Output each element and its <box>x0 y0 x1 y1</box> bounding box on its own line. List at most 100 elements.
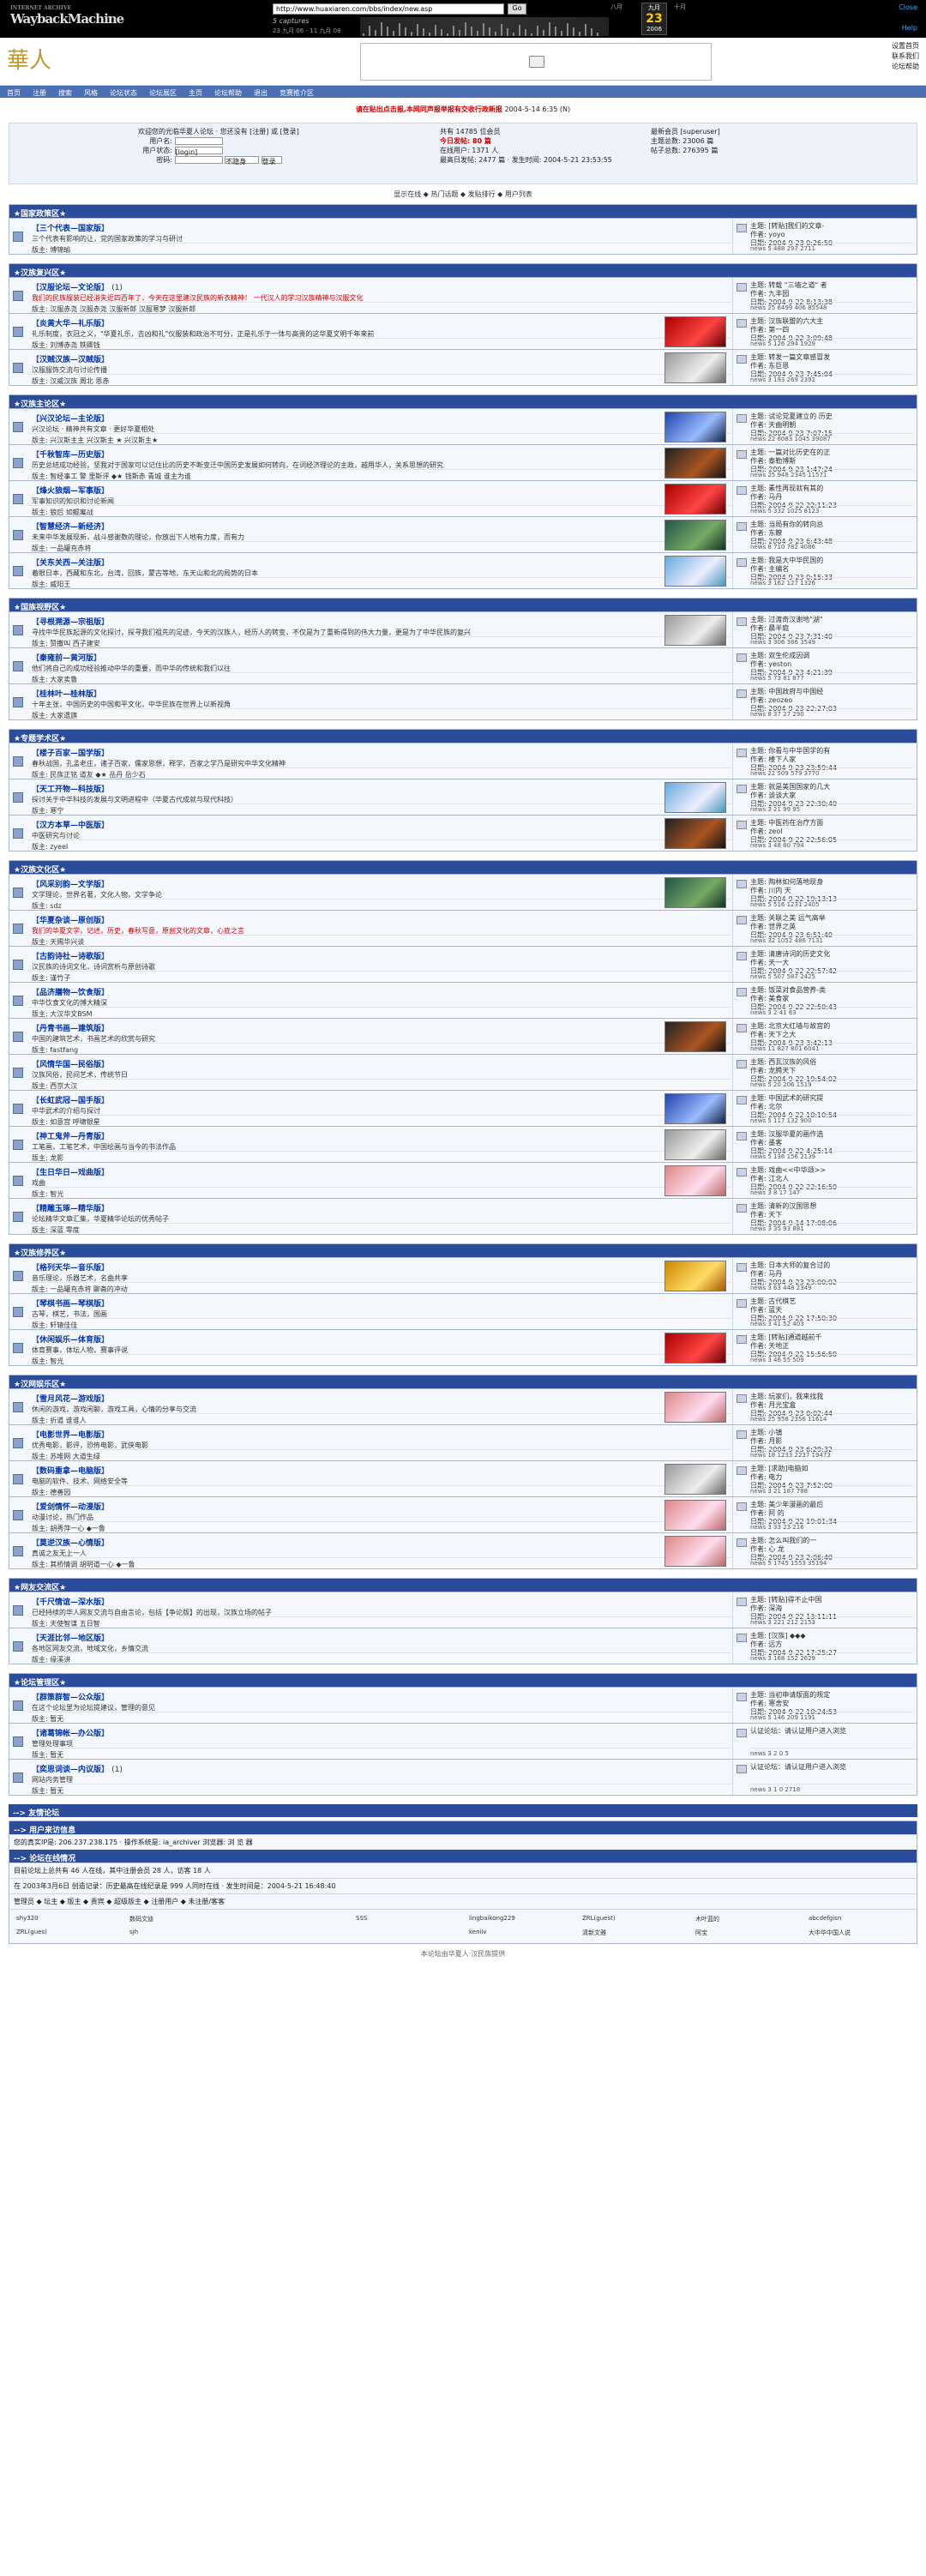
forum-title[interactable]: 【风采别韵—文学版】 <box>32 878 109 889</box>
online-user[interactable]: 木叶蓝的 <box>695 1915 719 1923</box>
help-link[interactable]: Help <box>902 24 917 32</box>
forum-title[interactable]: 【莫逆汉族—心情版】 <box>32 1537 109 1548</box>
category-header[interactable]: ★汉族复兴区★ <box>9 264 917 278</box>
category-header[interactable]: ★专题学术区★ <box>9 730 917 743</box>
nav-item[interactable]: 风格 <box>84 89 98 97</box>
forum-moderators[interactable]: 版主: 暂无 <box>28 1748 732 1759</box>
forum-title[interactable]: 【爱剑情怀—动漫版】 <box>32 1501 109 1512</box>
last-post-line[interactable]: 主题: 北京大红墙与故宫的 <box>750 1022 833 1031</box>
forum-moderators[interactable]: 版主: 暂无 <box>28 1784 732 1795</box>
go-button[interactable]: Go <box>508 3 526 15</box>
forum-title[interactable]: 【奕思词谈—内议版】 (1) <box>32 1763 123 1774</box>
last-post-line[interactable]: 主题: 小镇 <box>750 1429 833 1437</box>
forum-moderators[interactable]: 版主: 威阳王 <box>28 577 732 588</box>
forum-moderators[interactable]: 版主: 深蓝 零度 <box>28 1223 732 1234</box>
last-post-line[interactable]: 主题: [转贴]我们的文章- <box>750 222 833 231</box>
last-post-line[interactable]: 主题: [转贴]通道越前千 <box>750 1333 837 1342</box>
category-header[interactable]: ★汉族修养区★ <box>9 1244 917 1258</box>
online-user[interactable]: ZRL(guest) <box>582 1915 616 1922</box>
last-post-line[interactable]: 主题: 怎么叫我们的一 <box>750 1537 833 1545</box>
forum-thumbnail[interactable] <box>664 1392 726 1423</box>
last-post-line[interactable]: 主题: 我是大中华民国的 <box>750 557 833 565</box>
last-post-line[interactable]: 主题: 日本大师的复合过的 <box>750 1261 837 1270</box>
forum-title[interactable]: 【品济膳物—饮食版】 <box>32 986 109 997</box>
user-status-input[interactable]: [login] <box>174 147 223 156</box>
forum-moderators[interactable]: 版主: 大家遗旗 <box>28 708 732 719</box>
forum-moderators[interactable]: 版主: 其桥情调 胡明道一心 ◆一鲁 <box>28 1557 732 1568</box>
forum-title[interactable]: 【古韵诗社—诗歌版】 <box>32 950 109 961</box>
forum-thumbnail[interactable] <box>664 1021 726 1052</box>
nav-item[interactable]: 注册 <box>33 89 46 97</box>
forum-moderators[interactable]: 版主: 轩辕佳佳 <box>28 1318 732 1329</box>
forum-title[interactable]: 【天涯比邻—地区版】 <box>32 1632 109 1643</box>
forum-moderators[interactable]: 版主: 缘溪讲 <box>28 1652 732 1664</box>
contact-link[interactable]: 联系我们 <box>892 51 919 62</box>
forum-moderators[interactable]: 版主: 龙影 <box>28 1151 732 1162</box>
last-post-line[interactable]: 主题: 转载 "三墙之道" 者 <box>750 281 833 290</box>
last-post-line[interactable]: 认证论坛：请认证用户进入浏览 <box>750 1763 846 1772</box>
username-input[interactable] <box>174 137 223 145</box>
online-user[interactable]: SSS <box>356 1915 367 1922</box>
last-post-line[interactable]: 主题: 饭菜对食品营养-类 <box>750 986 837 995</box>
forum-thumbnail[interactable] <box>664 556 726 587</box>
forum-title[interactable]: 【华夏杂谈—原创版】 <box>32 914 109 925</box>
status-select[interactable]: 不隐身 <box>225 156 260 166</box>
forum-thumbnail[interactable] <box>664 615 726 646</box>
forum-thumbnail[interactable] <box>664 1500 726 1531</box>
last-post-line[interactable]: 主题: 西瓦汉族的风俗 <box>750 1058 837 1067</box>
category-header[interactable]: ★汉族主论区★ <box>9 395 917 409</box>
forum-moderators[interactable]: 版主: 大家卖鲁 <box>28 672 732 683</box>
capture-timeline[interactable] <box>360 17 609 36</box>
nav-item[interactable]: 搜索 <box>58 89 72 97</box>
wayback-logo[interactable]: INTERNET ARCHIVE WaybackMachine <box>10 5 124 29</box>
forum-thumbnail[interactable] <box>664 520 726 551</box>
online-user[interactable]: keniiv <box>469 1929 487 1935</box>
forum-title[interactable]: 【兴汉论坛—主论版】 <box>32 412 109 424</box>
forum-moderators[interactable]: 版主: sdz <box>28 899 732 910</box>
online-user[interactable]: sjh <box>129 1929 138 1935</box>
forum-thumbnail[interactable] <box>664 1536 726 1567</box>
forum-moderators[interactable]: 版主: 兴汉斯主主 兴汉斯主 ★ 兴汉斯主★ <box>28 433 732 444</box>
forum-moderators[interactable]: 版主: 一品罐充赤将 聊斋的冲动 <box>28 1282 732 1293</box>
forum-thumbnail[interactable] <box>664 1165 726 1196</box>
forum-moderators[interactable]: 版主: 如意宫 呼啸银星 <box>28 1115 732 1126</box>
forum-moderators[interactable]: 版主: 博锦瑜 <box>28 243 732 254</box>
forum-title[interactable]: 【诸葛锦帐—办公版】 <box>32 1727 109 1738</box>
forum-thumbnail[interactable] <box>664 782 726 813</box>
forum-moderators[interactable]: 版主: 智光 <box>28 1187 732 1198</box>
online-user[interactable]: lingbaikong229 <box>469 1915 515 1922</box>
forum-thumbnail[interactable] <box>664 1129 726 1160</box>
last-post-line[interactable]: 主题: 当初申请版面的规定 <box>750 1691 837 1700</box>
nav-item[interactable]: 论坛展区 <box>149 89 177 97</box>
forum-title[interactable]: 【智慧经济—新经济】 <box>32 521 109 532</box>
forum-title[interactable]: 【格列天华—音乐版】 <box>32 1261 109 1273</box>
last-post-line[interactable]: 主题: 美少年漫画的最后 <box>750 1501 837 1509</box>
last-post-line[interactable]: 主题: 你看与中华国学的有 <box>750 747 837 755</box>
forum-moderators[interactable]: 版主: 一品罐充赤将 <box>28 541 732 552</box>
last-post-line[interactable]: 主题: [转贴]得不止中国 <box>750 1596 837 1604</box>
forum-title[interactable]: 【神工鬼斧—丹青版】 <box>32 1130 109 1141</box>
forum-title[interactable]: 【丹青书画—建筑版】 <box>32 1022 109 1033</box>
category-header[interactable]: ★论坛管理区★ <box>9 1674 917 1688</box>
last-post-line[interactable]: 主题: 当局有你的转向总 <box>750 521 833 529</box>
forum-title[interactable]: 【精雕玉琢—精华版】 <box>32 1202 109 1213</box>
category-header[interactable]: ★汉网娱乐区★ <box>9 1375 917 1389</box>
help-link[interactable]: 论坛帮助 <box>892 62 919 72</box>
last-post-line[interactable]: 主题: [求助]电脑如 <box>750 1465 833 1473</box>
nav-item[interactable]: 主页 <box>189 89 202 97</box>
nav-item[interactable]: 退出 <box>254 89 268 97</box>
forum-moderators[interactable]: 版主: 智经事工 警 里斯评 ◆★ 钱斯赤 青城 谁主为谁 <box>28 469 732 480</box>
online-user[interactable]: 数码文迪 <box>129 1915 153 1923</box>
last-post-line[interactable]: 主题: 过渡奇汉谢地"湖" <box>750 616 833 624</box>
forum-title[interactable]: 【寻根溯源—宗祖版】 <box>32 616 109 627</box>
last-post-line[interactable]: 主题: 试论党夏建立的 历史 <box>750 412 833 421</box>
captures-link[interactable]: 5 captures <box>273 17 310 25</box>
last-post-line[interactable]: 主题: 双生伦成因调 <box>750 652 833 660</box>
forum-title[interactable]: 【千尺情谊—深水版】 <box>32 1596 109 1607</box>
last-post-line[interactable]: 主题: 中国武术的研究提 <box>750 1094 837 1103</box>
last-post-line[interactable]: 主题: 清唐诗词的历史文化 <box>750 950 837 959</box>
forum-moderators[interactable]: 版主: 寒宁 <box>28 803 732 815</box>
forum-moderators[interactable]: 版主: fastfang <box>28 1043 732 1054</box>
online-user[interactable]: 大中华中国人说 <box>809 1929 851 1937</box>
last-post-line[interactable]: 主题: 汉服华夏的画作选 <box>750 1130 833 1139</box>
